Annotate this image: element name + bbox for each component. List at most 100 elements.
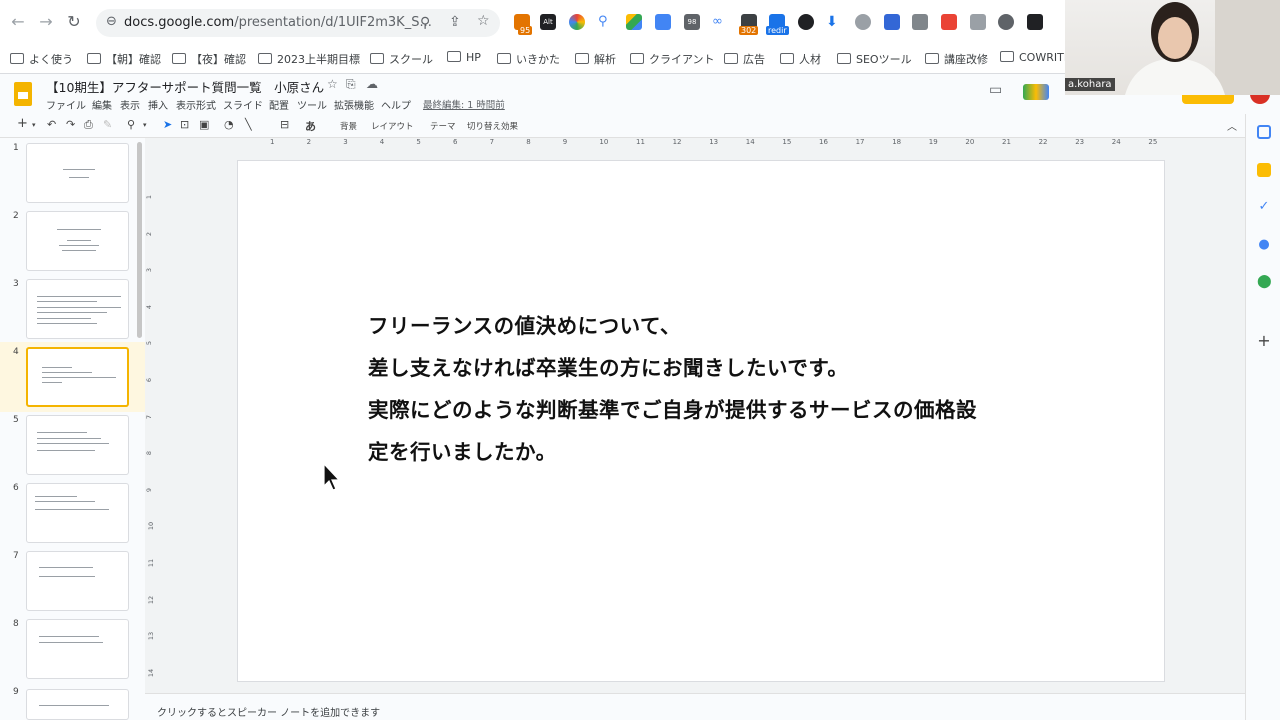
new-slide-icon[interactable]: +: [17, 116, 28, 131]
bookmark-folder[interactable]: SEOツール: [837, 51, 912, 67]
line-icon[interactable]: ╲: [245, 118, 252, 131]
slide-thumbnail-selected[interactable]: [26, 347, 129, 407]
slides-logo-icon[interactable]: [14, 82, 32, 106]
link-extension-icon[interactable]: ∞: [712, 14, 728, 30]
shape-icon[interactable]: ◔: [224, 118, 234, 131]
comment-history-icon[interactable]: ▭: [989, 82, 1002, 98]
slide-thumbnail[interactable]: [26, 619, 129, 679]
redo-icon[interactable]: ↷: [66, 118, 75, 131]
bookmark-folder[interactable]: よく使う: [10, 51, 73, 67]
slide-thumbnail[interactable]: [26, 689, 129, 720]
slide[interactable]: フリーランスの値決めについて、 差し支えなければ卒業生の方にお聞きしたいです。 …: [237, 160, 1165, 682]
drive-extension-icon[interactable]: [626, 14, 642, 30]
slide-thumbnail[interactable]: [26, 483, 129, 543]
alt-extension-icon[interactable]: Alt: [540, 14, 556, 30]
image-icon[interactable]: ▣: [199, 118, 209, 131]
ruler-tick-label: 8: [526, 138, 531, 146]
extension-icon[interactable]: [998, 14, 1014, 30]
slide-thumbnail[interactable]: [26, 415, 129, 475]
forward-arrow-icon[interactable]: →: [36, 12, 56, 32]
extension-icon[interactable]: [884, 14, 900, 30]
zoom-icon[interactable]: ⚲: [127, 118, 135, 131]
document-title[interactable]: 【10期生】アフターサポート質問一覧 小原さん: [46, 77, 324, 96]
select-cursor-icon[interactable]: ➤: [163, 118, 172, 131]
comment-icon[interactable]: ⊟: [280, 118, 289, 131]
menu-help[interactable]: ヘルプ: [381, 97, 411, 112]
search-extension-icon[interactable]: ⚲: [598, 14, 614, 30]
slide-text-line[interactable]: 実際にどのような判断基準でご自身が提供するサービスの価格設: [368, 393, 977, 423]
download-icon[interactable]: ⬇: [826, 14, 842, 30]
color-picker-extension-icon[interactable]: [569, 14, 585, 30]
slide-thumbnail[interactable]: [26, 211, 129, 271]
extension-icon[interactable]: [970, 14, 986, 30]
calendar-icon[interactable]: [1257, 125, 1271, 139]
reload-icon[interactable]: ↻: [64, 12, 84, 32]
counter-extension-icon[interactable]: 98: [684, 14, 700, 30]
bookmark-folder[interactable]: HP: [447, 51, 481, 64]
slide-thumbnail[interactable]: [26, 279, 129, 339]
paint-format-icon[interactable]: ✎: [103, 118, 112, 131]
bookmark-folder[interactable]: COWRITI: [1000, 51, 1067, 64]
slide-thumbnail[interactable]: [26, 143, 129, 203]
tasks-icon[interactable]: ✓: [1257, 200, 1271, 214]
site-info-icon[interactable]: ⊖: [106, 14, 117, 29]
slide-text-line[interactable]: フリーランスの値決めについて、: [368, 309, 681, 339]
contacts-icon[interactable]: ●: [1257, 238, 1271, 252]
star-icon[interactable]: ☆: [327, 77, 338, 91]
extension-icon[interactable]: [1027, 14, 1043, 30]
bookmark-folder[interactable]: 解析: [575, 51, 616, 67]
menu-insert[interactable]: 挿入: [148, 97, 168, 112]
menu-tools[interactable]: ツール: [297, 97, 327, 112]
text-box-icon[interactable]: ⊡: [180, 118, 189, 131]
bookmark-folder[interactable]: 【朝】確認: [87, 51, 161, 67]
share-icon[interactable]: ⇪: [449, 14, 461, 30]
extension-icon[interactable]: [941, 14, 957, 30]
chevron-down-icon[interactable]: ▾: [32, 121, 36, 129]
filmstrip-scrollbar[interactable]: [137, 142, 142, 338]
bookmark-folder[interactable]: 【夜】確認: [172, 51, 246, 67]
bookmark-folder[interactable]: クライアント: [630, 51, 715, 67]
bookmark-folder[interactable]: いきかた: [497, 51, 560, 67]
speaker-notes-placeholder[interactable]: クリックするとスピーカー ノートを追加できます: [157, 704, 380, 719]
address-bar[interactable]: ⊖ docs.google.com/presentation/d/1UIF2m3…: [96, 9, 500, 37]
slide-text-line[interactable]: 差し支えなければ卒業生の方にお聞きしたいです。: [368, 351, 848, 381]
layout-button[interactable]: レイアウト: [371, 120, 414, 132]
bookmark-star-icon[interactable]: ☆: [477, 13, 490, 29]
transition-button[interactable]: 切り替え効果: [467, 120, 518, 132]
last-edit-link[interactable]: 最終編集: 1 時間前: [423, 97, 505, 111]
extension-icon[interactable]: [855, 14, 871, 30]
slide-text-line[interactable]: 定を行いましたか。: [368, 435, 557, 465]
background-button[interactable]: 背景: [340, 120, 357, 132]
slide-thumbnail[interactable]: [26, 551, 129, 611]
bookmark-folder[interactable]: 講座改修: [925, 51, 988, 67]
input-tools-button[interactable]: あ: [305, 118, 316, 134]
menu-format[interactable]: 表示形式: [176, 97, 216, 112]
theme-button[interactable]: テーマ: [430, 120, 456, 132]
bookmark-folder[interactable]: 人材: [780, 51, 821, 67]
menu-extensions[interactable]: 拡張機能: [334, 97, 374, 112]
extension-icon[interactable]: [798, 14, 814, 30]
maps-icon[interactable]: ⬤: [1257, 275, 1272, 289]
bookmark-folder[interactable]: 2023上半期目標: [258, 51, 360, 67]
menu-arrange[interactable]: 配置: [269, 97, 289, 112]
menu-slide[interactable]: スライド: [223, 97, 263, 112]
print-icon[interactable]: ⎙: [84, 118, 93, 132]
menu-view[interactable]: 表示: [120, 97, 140, 112]
back-arrow-icon[interactable]: ←: [8, 12, 28, 32]
bookmark-folder[interactable]: 広告: [724, 51, 765, 67]
search-icon[interactable]: ⚲: [420, 15, 430, 31]
undo-icon[interactable]: ↶: [47, 118, 56, 131]
speaker-notes[interactable]: クリックするとスピーカー ノートを追加できます: [145, 693, 1245, 720]
camera-extension-icon[interactable]: [912, 14, 928, 30]
meet-icon[interactable]: [1023, 84, 1049, 100]
extension-icon[interactable]: [655, 14, 671, 30]
keep-icon[interactable]: [1257, 163, 1271, 177]
add-addon-icon[interactable]: +: [1257, 333, 1271, 349]
collapse-menu-icon[interactable]: ︿: [1227, 118, 1237, 133]
cloud-status-icon[interactable]: ☁: [366, 77, 378, 91]
menu-edit[interactable]: 編集: [92, 97, 112, 112]
chevron-down-icon[interactable]: ▾: [143, 121, 147, 129]
bookmark-folder[interactable]: スクール: [370, 51, 433, 67]
menu-file[interactable]: ファイル: [46, 97, 86, 112]
move-folder-icon[interactable]: ⎘: [346, 77, 356, 92]
